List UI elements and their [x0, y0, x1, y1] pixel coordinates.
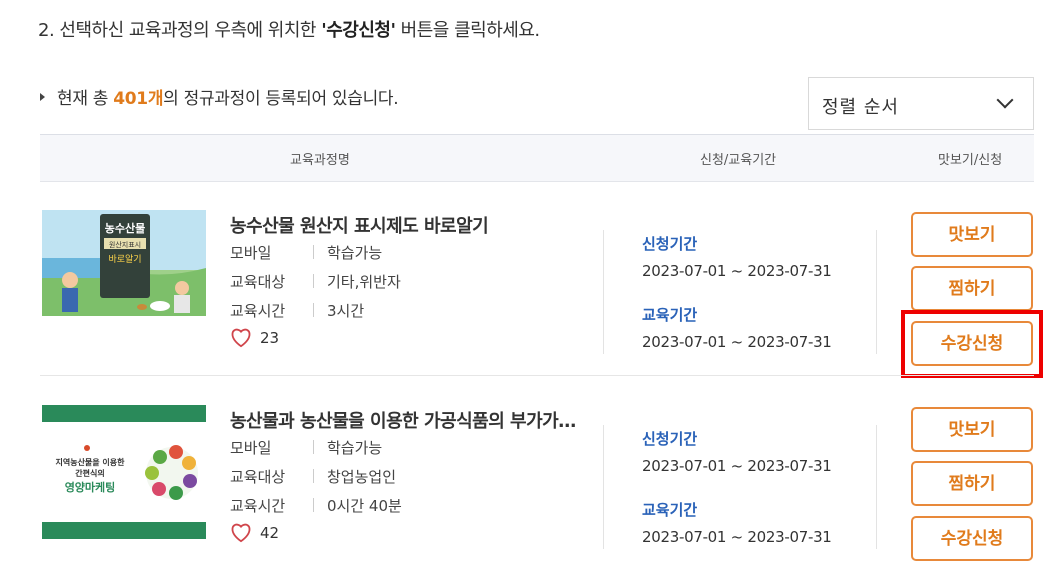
- thumb-text-1: 농수산물: [105, 221, 145, 235]
- mobile-value: 학습가능: [327, 244, 383, 262]
- course-count: 401개: [113, 89, 164, 109]
- thumb-text-3: 바로알기: [108, 254, 141, 265]
- course-thumbnail[interactable]: 지역농산물을 이용한 간편식의 영양마케팅: [42, 405, 206, 539]
- target-label: 교육대상: [230, 468, 286, 486]
- apply-period-value: 2023-07-01 ~ 2023-07-31: [642, 457, 832, 475]
- thumbnail-illustration: 농수산물 원산지표시 바로알기: [42, 210, 206, 316]
- instruction-emphasis: '수강신청': [321, 20, 396, 41]
- meta-divider: [313, 245, 314, 259]
- column-divider: [876, 230, 877, 354]
- mobile-label: 모바일: [230, 439, 272, 457]
- thumb-text-2: 간편식의: [75, 468, 104, 478]
- target-value: 기타,위반자: [327, 273, 401, 291]
- like-count-value: 42: [260, 524, 280, 542]
- chevron-down-icon: [996, 91, 1014, 109]
- heart-icon: [231, 328, 251, 348]
- header-period: 신청/교육기간: [700, 153, 777, 168]
- sort-dropdown-label: 정렬 순서: [822, 97, 899, 118]
- meta-divider: [313, 303, 314, 317]
- sort-dropdown[interactable]: 정렬 순서: [808, 77, 1034, 130]
- mobile-value: 학습가능: [327, 439, 383, 457]
- instruction-text: 2. 선택하신 교육과정의 우측에 위치한 '수강신청' 버튼을 클릭하세요.: [38, 16, 540, 42]
- like-count[interactable]: 23: [230, 328, 279, 348]
- wishlist-button[interactable]: 찜하기: [911, 266, 1033, 311]
- like-count[interactable]: 42: [230, 523, 279, 543]
- summary-prefix: 현재 총: [57, 89, 114, 109]
- time-value: 0시간 40분: [327, 497, 402, 515]
- time-label: 교육시간: [230, 302, 286, 320]
- edu-period-label: 교육기간: [642, 306, 698, 324]
- meta-divider: [313, 440, 314, 454]
- summary-suffix: 의 정규과정이 등록되어 있습니다.: [163, 89, 399, 109]
- heart-icon: [231, 523, 251, 543]
- course-title[interactable]: 농산물과 농산물을 이용한 가공식품의 부가가치 향상: [230, 407, 582, 433]
- column-divider: [876, 425, 877, 549]
- meta-divider: [313, 469, 314, 483]
- preview-button[interactable]: 맛보기: [911, 407, 1033, 452]
- time-value: 3시간: [327, 302, 365, 320]
- table-header: 교육과정명 신청/교육기간 맛보기/신청: [40, 134, 1034, 182]
- preview-button[interactable]: 맛보기: [911, 212, 1033, 257]
- target-value: 창업농업인: [327, 468, 397, 486]
- course-count-summary: 현재 총 401개의 정규과정이 등록되어 있습니다.: [40, 84, 399, 109]
- column-divider: [603, 425, 604, 549]
- like-count-value: 23: [260, 329, 280, 347]
- apply-period-label: 신청기간: [642, 430, 698, 448]
- enroll-button[interactable]: 수강신청: [911, 516, 1033, 561]
- thumb-text-3: 영양마케팅: [65, 480, 116, 494]
- apply-period-label: 신청기간: [642, 235, 698, 253]
- edu-period-label: 교육기간: [642, 501, 698, 519]
- course-thumbnail[interactable]: 농수산물 원산지표시 바로알기: [42, 210, 206, 316]
- thumbnail-illustration: 지역농산물을 이용한 간편식의 영양마케팅: [42, 405, 206, 539]
- instruction-before: 2. 선택하신 교육과정의 우측에 위치한: [38, 20, 322, 41]
- time-label: 교육시간: [230, 497, 286, 515]
- thumb-text-1: 지역농산물을 이용한: [55, 457, 125, 467]
- row-divider: [40, 375, 1034, 376]
- header-action: 맛보기/신청: [938, 153, 1003, 168]
- enroll-highlight-box: [901, 310, 1043, 378]
- thumb-text-2: 원산지표시: [109, 240, 141, 249]
- meta-divider: [313, 274, 314, 288]
- wishlist-button[interactable]: 찜하기: [911, 461, 1033, 506]
- meta-divider: [313, 498, 314, 512]
- edu-period-value: 2023-07-01 ~ 2023-07-31: [642, 528, 832, 546]
- course-title[interactable]: 농수산물 원산지 표시제도 바로알기: [230, 212, 582, 238]
- apply-period-value: 2023-07-01 ~ 2023-07-31: [642, 262, 832, 280]
- header-course-name: 교육과정명: [290, 153, 350, 168]
- mobile-label: 모바일: [230, 244, 272, 262]
- target-label: 교육대상: [230, 273, 286, 291]
- instruction-after: 버튼을 클릭하세요.: [395, 20, 540, 41]
- edu-period-value: 2023-07-01 ~ 2023-07-31: [642, 333, 832, 351]
- column-divider: [603, 230, 604, 354]
- bullet-arrow-icon: [40, 93, 45, 101]
